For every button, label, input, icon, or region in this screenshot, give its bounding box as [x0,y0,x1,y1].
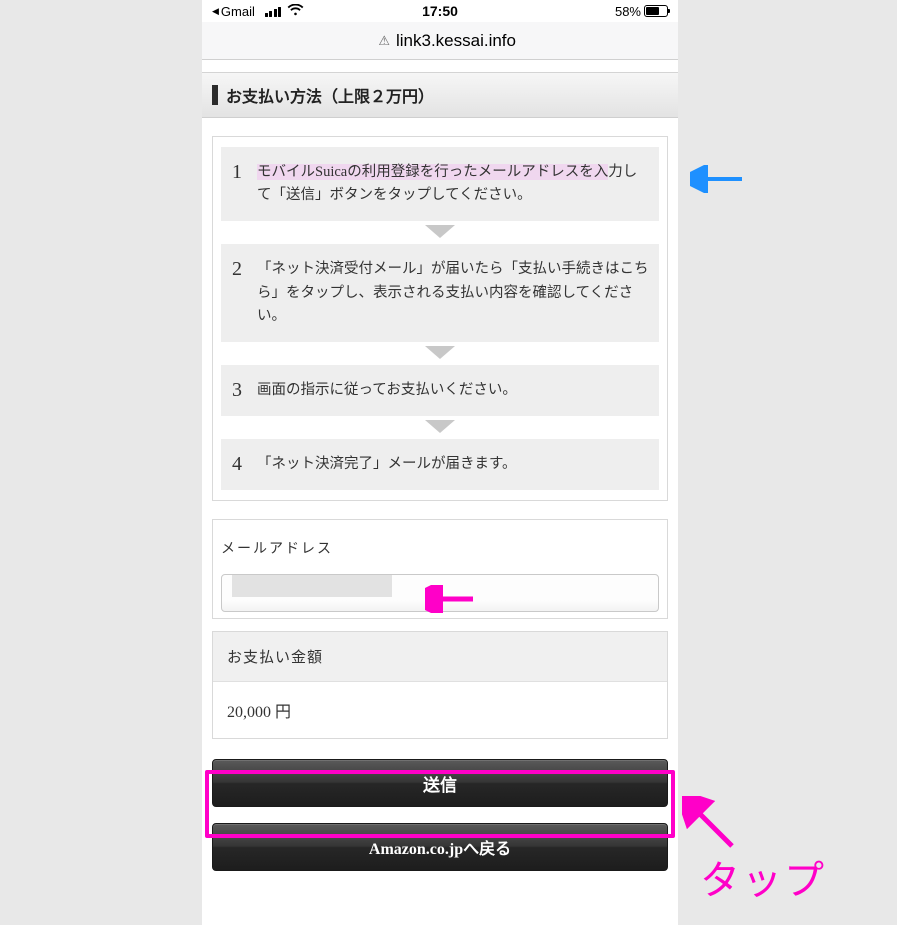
step-number: 4 [227,453,247,476]
status-time: 17:50 [422,3,458,19]
annotation-arrow-blue [690,165,750,198]
step-text: 「ネット決済受付メール」が届いたら「支払い手続きはこちら」をタップし、表示される… [257,258,649,328]
email-redacted [232,575,392,597]
email-label: メールアドレス [213,520,667,574]
title-marker-icon [212,85,218,105]
step-divider-icon [221,342,659,365]
amount-label: お支払い金額 [213,632,667,682]
email-card: メールアドレス [212,519,668,619]
cell-signal-icon [265,6,282,17]
step-2: 2 「ネット決済受付メール」が届いたら「支払い手続きはこちら」をタップし、表示さ… [221,244,659,342]
battery-icon [644,5,668,17]
step-divider-icon [221,416,659,439]
annotation-tap-label: タップ [700,848,826,906]
step-number: 3 [227,379,247,402]
back-to-app[interactable]: Gmail [212,4,255,19]
amount-card: お支払い金額 20,000 円 [212,631,668,739]
phone-frame: Gmail 17:50 58% ⚠︎ link3.kessai.info お支払… [202,0,678,925]
step-text: 画面の指示に従ってお支払いください。 [257,379,649,402]
step-1: 1 モバイルSuicaの利用登録を行ったメールアドレスを入力して「送信」ボタンを… [221,147,659,221]
url-host: link3.kessai.info [396,31,516,51]
not-secure-icon: ⚠︎ [364,32,390,49]
browser-url-bar[interactable]: ⚠︎ link3.kessai.info [202,22,678,60]
step-3: 3 画面の指示に従ってお支払いください。 [221,365,659,416]
step-divider-icon [221,221,659,244]
step-number: 2 [227,258,247,281]
section-title-label: お支払い方法（上限２万円） [226,83,434,107]
ios-status-bar: Gmail 17:50 58% [202,0,678,22]
step-text: 「ネット決済完了」メールが届きます。 [257,453,649,476]
back-button[interactable]: Amazon.co.jpへ戻る [212,823,668,871]
step-4: 4 「ネット決済完了」メールが届きます。 [221,439,659,490]
submit-button[interactable]: 送信 [212,759,668,807]
battery-percent: 58% [615,4,641,19]
steps-card: 1 モバイルSuicaの利用登録を行ったメールアドレスを入力して「送信」ボタンを… [212,136,668,501]
step-number: 1 [227,161,247,184]
wifi-icon [287,4,304,19]
step-text: モバイルSuicaの利用登録を行ったメールアドレスを入力して「送信」ボタンをタッ… [257,161,649,207]
page-content: お支払い方法（上限２万円） 1 モバイルSuicaの利用登録を行ったメールアドレ… [202,60,678,925]
amount-value: 20,000 円 [213,682,667,738]
step-1-highlight: モバイルSuicaの利用登録を行ったメールアドレスを入 [257,164,608,180]
email-field[interactable] [221,574,659,612]
section-title: お支払い方法（上限２万円） [202,72,678,118]
